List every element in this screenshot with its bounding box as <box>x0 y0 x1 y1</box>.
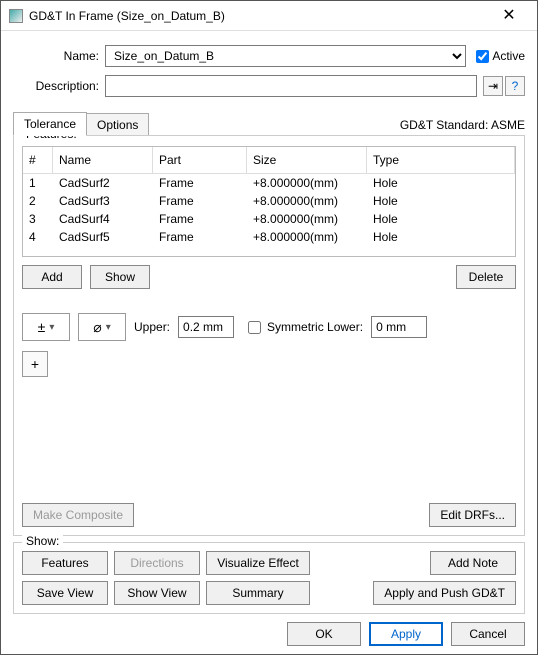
table-row[interactable]: 4 CadSurf5 Frame +8.000000(mm) Hole <box>23 228 515 246</box>
show-row-2: Save View Show View Summary Apply and Pu… <box>22 581 516 605</box>
show-view-button[interactable]: Show View <box>114 581 200 605</box>
close-icon[interactable]: ✕ <box>489 2 529 30</box>
desc-label: Description: <box>13 79 105 93</box>
plus-minus-icon: ± <box>38 319 46 335</box>
content: Name: Size_on_Datum_B Active Description… <box>1 31 537 654</box>
gdt-dialog: GD&T In Frame (Size_on_Datum_B) ✕ Name: … <box>0 0 538 655</box>
app-icon <box>9 9 23 23</box>
tab-tolerance[interactable]: Tolerance <box>13 112 87 136</box>
add-tolerance-button[interactable]: + <box>22 351 48 377</box>
show-button[interactable]: Show <box>90 265 150 289</box>
upper-label: Upper: <box>134 320 170 334</box>
lower-input[interactable] <box>371 316 427 338</box>
description-input[interactable] <box>105 75 477 97</box>
delete-button[interactable]: Delete <box>456 265 516 289</box>
table-row[interactable]: 1 CadSurf2 Frame +8.000000(mm) Hole <box>23 174 515 192</box>
symmetric-label: Symmetric Lower: <box>267 320 363 334</box>
features-fieldset: Features: # Name Part Size Type 1 CadSur… <box>13 135 525 536</box>
window-title: GD&T In Frame (Size_on_Datum_B) <box>29 9 489 23</box>
titlebar: GD&T In Frame (Size_on_Datum_B) ✕ <box>1 1 537 31</box>
visualize-button[interactable]: Visualize Effect <box>206 551 310 575</box>
chevron-down-icon: ▾ <box>49 322 54 333</box>
plus-icon: + <box>31 356 39 372</box>
col-name: Name <box>53 147 153 174</box>
fieldset-bottom: Make Composite Edit DRFs... <box>22 503 516 527</box>
tab-options[interactable]: Options <box>86 113 149 136</box>
standard-label: GD&T Standard: ASME <box>400 118 525 135</box>
directions-button: Directions <box>114 551 200 575</box>
table-row[interactable]: 2 CadSurf3 Frame +8.000000(mm) Hole <box>23 192 515 210</box>
upper-input[interactable] <box>178 316 234 338</box>
cancel-button[interactable]: Cancel <box>451 622 525 646</box>
add-button[interactable]: Add <box>22 265 82 289</box>
show-fieldset: Show: Features Directions Visualize Effe… <box>13 542 525 614</box>
tabs: Tolerance Options GD&T Standard: ASME <box>13 111 525 135</box>
features-table: # Name Part Size Type 1 CadSurf2 Frame +… <box>22 146 516 257</box>
diameter-dropdown[interactable]: ⌀ ▾ <box>78 313 126 341</box>
apply-push-button[interactable]: Apply and Push GD&T <box>373 581 516 605</box>
active-label: Active <box>492 49 525 63</box>
table-header: # Name Part Size Type <box>23 147 515 174</box>
link-icon[interactable]: ⇥ <box>483 76 503 96</box>
active-check-input[interactable] <box>476 50 489 63</box>
col-type: Type <box>367 147 515 174</box>
footer: OK Apply Cancel <box>13 622 525 646</box>
summary-button[interactable]: Summary <box>206 581 310 605</box>
show-row-1: Features Directions Visualize Effect Add… <box>22 551 516 575</box>
edit-drfs-button[interactable]: Edit DRFs... <box>429 503 516 527</box>
help-icon[interactable]: ? <box>505 76 525 96</box>
features-buttons: Add Show Delete <box>22 265 516 289</box>
desc-icons: ⇥ ? <box>483 76 525 96</box>
show-legend: Show: <box>22 534 63 548</box>
active-checkbox[interactable]: Active <box>472 47 525 66</box>
make-composite-button: Make Composite <box>22 503 134 527</box>
col-size: Size <box>247 147 367 174</box>
name-label: Name: <box>13 49 105 63</box>
tolerance-type-dropdown[interactable]: ± ▾ <box>22 313 70 341</box>
add-note-button[interactable]: Add Note <box>430 551 516 575</box>
tolerance-row: ± ▾ ⌀ ▾ Upper: Symmetric Lower: <box>22 313 516 341</box>
name-select[interactable]: Size_on_Datum_B <box>105 45 466 67</box>
desc-row: Description: ⇥ ? <box>13 75 525 97</box>
table-row[interactable]: 3 CadSurf4 Frame +8.000000(mm) Hole <box>23 210 515 228</box>
col-num: # <box>23 147 53 174</box>
symmetric-checkbox[interactable] <box>248 321 261 334</box>
col-part: Part <box>153 147 247 174</box>
ok-button[interactable]: OK <box>287 622 361 646</box>
name-row: Name: Size_on_Datum_B Active <box>13 45 525 67</box>
chevron-down-icon: ▾ <box>106 322 111 333</box>
features-button[interactable]: Features <box>22 551 108 575</box>
symmetric-lower-check[interactable]: Symmetric Lower: <box>244 318 363 337</box>
apply-button[interactable]: Apply <box>369 622 443 646</box>
save-view-button[interactable]: Save View <box>22 581 108 605</box>
diameter-icon: ⌀ <box>93 319 101 336</box>
